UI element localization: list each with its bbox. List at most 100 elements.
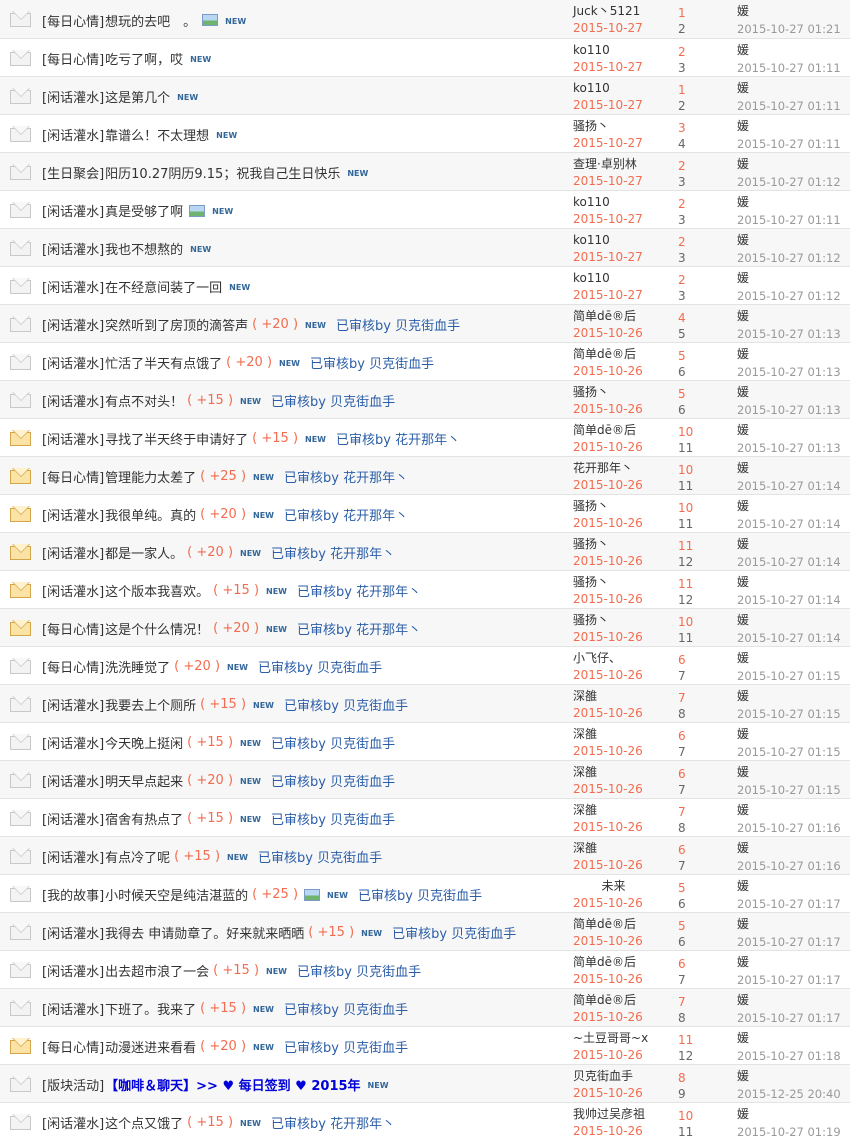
last-poster-link[interactable]: 媛 [737,117,850,135]
envelope-icon[interactable] [10,11,31,27]
last-poster-link[interactable]: 媛 [737,915,850,933]
last-poster-link[interactable]: 媛 [737,1029,850,1047]
last-post-time[interactable]: 2015-10-27 01:18 [737,1047,850,1065]
thread-category-link[interactable]: [闲话灌水] [42,695,104,714]
author-link[interactable]: 骚扬丶 [573,384,674,401]
last-post-time[interactable]: 2015-10-27 01:12 [737,249,850,267]
author-link[interactable]: 深雒 [573,840,674,857]
thread-category-link[interactable]: [每日心情] [42,657,104,676]
thread-subject-link[interactable]: 宿舍有热点了 [105,809,183,828]
thread-subject-link[interactable]: 这是第几个 [105,87,170,106]
reply-count[interactable]: 10 [678,424,734,440]
envelope-icon[interactable] [10,544,31,560]
reply-count[interactable]: 5 [678,348,734,364]
author-link[interactable]: ko110 [573,42,674,59]
reply-count[interactable]: 6 [678,766,734,782]
thread-category-link[interactable]: [闲话灌水] [42,277,104,296]
last-poster-link[interactable]: 媛 [737,269,850,287]
envelope-icon[interactable] [10,772,31,788]
envelope-icon[interactable] [10,696,31,712]
thread-subject-link[interactable]: 管理能力太差了 [105,467,196,486]
envelope-icon[interactable] [10,506,31,522]
thread-subject-link[interactable]: 突然听到了房顶的滴答声 [105,315,248,334]
envelope-icon[interactable] [10,734,31,750]
last-poster-link[interactable]: 媛 [737,611,850,629]
envelope-icon[interactable] [10,1114,31,1130]
last-post-time[interactable]: 2015-10-27 01:17 [737,895,850,913]
reply-count[interactable]: 10 [678,614,734,630]
thread-subject-link[interactable]: 今天晚上挺闲 [105,733,183,752]
envelope-icon[interactable] [10,50,31,66]
reply-count[interactable]: 6 [678,956,734,972]
thread-category-link[interactable]: [每日心情] [42,11,104,30]
thread-subject-link[interactable]: 动漫迷进来看看 [105,1037,196,1056]
reply-count[interactable]: 10 [678,1108,734,1124]
envelope-icon[interactable] [10,202,31,218]
envelope-icon[interactable] [10,1038,31,1054]
reply-count[interactable]: 1 [678,5,734,21]
last-poster-link[interactable]: 媛 [737,801,850,819]
thread-category-link[interactable]: [闲话灌水] [42,87,104,106]
thread-category-link[interactable]: [每日心情] [42,49,104,68]
author-link[interactable]: 花开那年丶 [573,460,674,477]
last-poster-link[interactable]: 媛 [737,307,850,325]
last-post-time[interactable]: 2015-10-27 01:17 [737,1009,850,1027]
last-poster-link[interactable]: 媛 [737,953,850,971]
author-link[interactable]: 简单dē®后 [573,422,674,439]
last-poster-link[interactable]: 媛 [737,383,850,401]
thread-subject-link[interactable]: 我也不想熬的 [105,239,183,258]
last-post-time[interactable]: 2015-10-27 01:13 [737,401,850,419]
envelope-icon[interactable] [10,810,31,826]
last-poster-link[interactable]: 媛 [737,459,850,477]
last-post-time[interactable]: 2015-10-27 01:21 [737,20,850,38]
author-link[interactable]: ko110 [573,80,674,97]
last-post-time[interactable]: 2015-10-27 01:11 [737,97,850,115]
envelope-icon[interactable] [10,658,31,674]
thread-subject-link[interactable]: 我要去上个厕所 [105,695,196,714]
author-link[interactable]: ko110 [573,232,674,249]
reply-count[interactable]: 2 [678,234,734,250]
thread-subject-link[interactable]: 忙活了半天有点饿了 [105,353,222,372]
author-link[interactable]: 查理·卓别林 [573,156,674,173]
thread-subject-link[interactable]: 吃亏了啊，哎 [105,49,183,68]
thread-subject-link[interactable]: 寻找了半天终于申请好了 [105,429,248,448]
last-poster-link[interactable]: 媛 [737,649,850,667]
envelope-icon[interactable] [10,1076,31,1092]
last-post-time[interactable]: 2015-10-27 01:14 [737,629,850,647]
last-poster-link[interactable]: 媛 [737,2,850,20]
reply-count[interactable]: 10 [678,462,734,478]
last-post-time[interactable]: 2015-10-27 01:16 [737,857,850,875]
envelope-icon[interactable] [10,924,31,940]
reply-count[interactable]: 6 [678,728,734,744]
last-post-time[interactable]: 2015-10-27 01:12 [737,287,850,305]
author-link[interactable]: 骚扬丶 [573,574,674,591]
last-post-time[interactable]: 2015-10-27 01:14 [737,553,850,571]
last-post-time[interactable]: 2015-10-27 01:15 [737,743,850,761]
thread-subject-link[interactable]: 这个点又饿了 [105,1113,183,1132]
thread-category-link[interactable]: [闲话灌水] [42,429,104,448]
thread-subject-link[interactable]: 阳历10.27阴历9.15；祝我自己生日快乐 [105,163,340,182]
last-poster-link[interactable]: 媛 [737,573,850,591]
thread-category-link[interactable]: [闲话灌水] [42,809,104,828]
envelope-icon[interactable] [10,468,31,484]
author-link[interactable]: 我帅过吴彦祖 [573,1106,674,1123]
thread-category-link[interactable]: [闲话灌水] [42,391,104,410]
thread-category-link[interactable]: [闲话灌水] [42,1113,104,1132]
last-poster-link[interactable]: 媛 [737,839,850,857]
envelope-icon[interactable] [10,126,31,142]
author-link[interactable]: 骚扬丶 [573,118,674,135]
thread-category-link[interactable]: [闲话灌水] [42,505,104,524]
thread-category-link[interactable]: [每日心情] [42,467,104,486]
last-post-time[interactable]: 2015-10-27 01:14 [737,515,850,533]
reply-count[interactable]: 6 [678,842,734,858]
envelope-icon[interactable] [10,1000,31,1016]
envelope-icon[interactable] [10,316,31,332]
thread-category-link[interactable]: [闲话灌水] [42,315,104,334]
last-poster-link[interactable]: 媛 [737,231,850,249]
thread-subject-link[interactable]: 真是受够了啊 [105,201,183,220]
thread-category-link[interactable]: [闲话灌水] [42,353,104,372]
last-poster-link[interactable]: 媛 [737,193,850,211]
author-link[interactable]: ko110 [573,270,674,287]
thread-subject-link[interactable]: 在不经意间装了一回 [105,277,222,296]
author-link[interactable]: 简单dē®后 [573,992,674,1009]
